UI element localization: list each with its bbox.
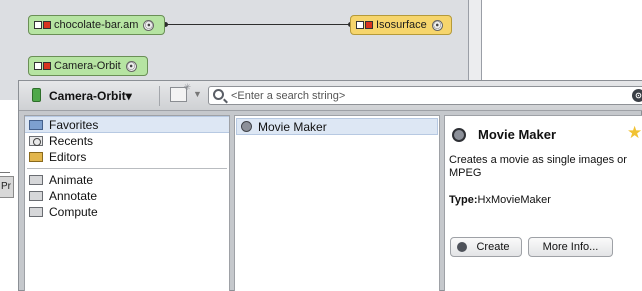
category-annotate[interactable]: Annotate [25,188,229,204]
node-chocolate-bar[interactable]: chocolate-bar.am ⦿ [28,15,165,35]
folder-icon [29,175,43,185]
connection-wire [165,24,350,25]
info-description: Creates a movie as single images or MPEG [449,154,627,179]
dropdown-arrow-icon[interactable]: ▼ [193,89,202,99]
module-item-label: Movie Maker [258,120,327,134]
info-type-value: HxMovieMaker [477,194,551,206]
search-icon [213,89,224,100]
node-visibility-icon[interactable] [34,62,42,70]
category-label: Compute [49,205,98,219]
node-color-icon [43,21,51,29]
category-compute[interactable]: Compute [25,204,229,220]
more-info-button-label: More Info... [542,241,599,253]
node-color-icon [365,21,373,29]
create-button[interactable]: Create [450,237,522,257]
properties-tab[interactable]: Pr [0,176,14,198]
toolbar-separator [159,86,160,106]
info-type: Type:HxMovieMaker [449,194,551,206]
category-animate[interactable]: Animate [25,172,229,188]
search-input[interactable] [231,88,611,103]
object-popup: Camera-Orbit▾ ✳ ▼ ⊙ Favorites Recents Ed… [18,80,642,291]
node-label: Camera-Orbit [54,60,121,72]
create-button-label: Create [476,241,510,253]
module-info-panel: Movie Maker ★ Creates a movie as single … [444,115,642,291]
category-recents[interactable]: Recents [25,133,229,149]
category-label: Animate [49,173,94,187]
pool-splitter[interactable] [468,0,482,86]
module-selector-label: Camera-Orbit [49,89,126,103]
node-visibility-icon[interactable] [356,21,364,29]
panel-divider [0,172,10,173]
category-favorites[interactable]: Favorites [25,116,229,133]
node-port-icon[interactable]: ⦿ [143,19,155,31]
recents-clock-icon [29,136,43,146]
category-divider [27,168,227,169]
node-label: Isosurface [376,19,427,31]
new-folder-icon[interactable]: ✳ [170,82,191,102]
popup-toolbar: Camera-Orbit▾ ✳ ▼ ⊙ [19,81,642,111]
node-visibility-icon[interactable] [34,21,42,29]
category-list: Favorites Recents Editors Animate Annota… [24,115,230,291]
properties-tab-label: Pr [1,181,11,192]
node-port-icon[interactable]: ⦿ [125,60,137,72]
node-isosurface[interactable]: Isosurface ⦿ [350,15,452,35]
more-info-button[interactable]: More Info... [528,237,613,257]
sparkle-icon: ✳ [183,82,191,92]
category-label: Recents [49,134,94,148]
favorite-star-icon[interactable]: ★ [627,123,642,143]
module-icon [32,88,41,102]
category-label: Favorites [49,118,99,132]
folder-icon [29,207,43,217]
info-type-label: Type: [449,194,478,206]
category-label: Annotate [49,189,98,203]
search-go-icon[interactable]: ⊙ [632,89,642,102]
favorites-folder-icon [29,120,43,130]
module-item-movie-maker[interactable]: Movie Maker [236,118,438,135]
node-camera-orbit[interactable]: Camera-Orbit ⦿ [28,56,148,76]
module-selector[interactable]: Camera-Orbit▾ [49,87,132,105]
folder-icon [29,191,43,201]
movie-maker-icon [452,128,466,142]
category-editors[interactable]: Editors [25,149,229,165]
movie-maker-icon [241,121,252,132]
search-box: ⊙ [208,86,642,105]
chevron-down-icon: ▾ [125,89,132,103]
info-title: Movie Maker [478,127,557,142]
editors-folder-icon [29,152,43,162]
node-port-icon[interactable]: ⦿ [431,19,443,31]
node-label: chocolate-bar.am [54,19,139,31]
create-icon [457,242,467,252]
node-color-icon [43,62,51,70]
category-label: Editors [49,150,87,164]
module-list: Movie Maker [234,115,440,291]
